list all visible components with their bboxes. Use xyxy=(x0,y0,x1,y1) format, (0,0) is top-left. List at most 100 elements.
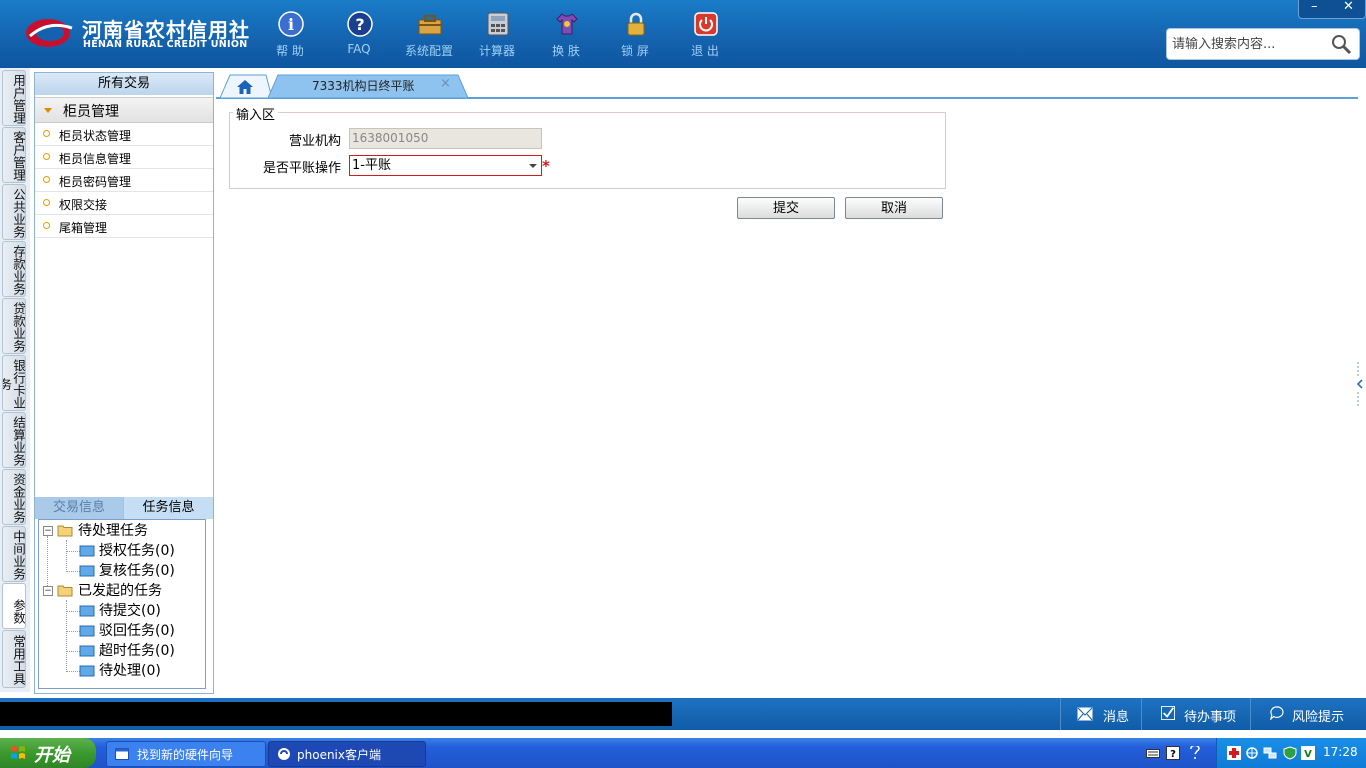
tab-task-info[interactable]: 任务信息 xyxy=(124,497,213,519)
risk-alert-button[interactable]: 风险提示 xyxy=(1250,698,1366,730)
network-icon[interactable] xyxy=(1245,746,1259,760)
menu-item-teller-password[interactable]: 柜员密码管理 xyxy=(35,169,213,192)
tree-node-label: 已发起的任务 xyxy=(78,583,162,599)
change-skin-button[interactable]: 换 肤 xyxy=(534,8,598,62)
vtab-user-management[interactable]: 用户管理 xyxy=(2,70,26,126)
org-field: 1638001050 xyxy=(349,128,542,149)
help-button[interactable]: i 帮 助 xyxy=(258,8,322,62)
menu-item-label: 柜员密码管理 xyxy=(59,175,132,189)
faq-button[interactable]: ? FAQ xyxy=(327,8,391,62)
tree-leaf-label: 待处理(0) xyxy=(99,663,161,679)
help-tray-icon[interactable]: ? xyxy=(1166,746,1180,760)
shirt-icon xyxy=(556,13,578,35)
minimize-button[interactable]: – xyxy=(1311,0,1318,14)
expand-arrow-icon xyxy=(44,108,52,113)
panel-title: 所有交易 xyxy=(35,73,213,95)
calculator-button[interactable]: 计算器 xyxy=(465,8,529,62)
bullet-icon xyxy=(43,199,50,206)
help-label: 帮 助 xyxy=(276,44,304,58)
vtab-loan-business[interactable]: 贷款业务 xyxy=(2,298,26,354)
vtab-public-business[interactable]: 公共业务 xyxy=(2,184,26,240)
app-header: 河南省农村信用社 HENAN RURAL CREDIT UNION i 帮 助 … xyxy=(0,0,1366,68)
category-header[interactable]: 柜员管理 xyxy=(35,97,213,123)
open-folder-icon xyxy=(57,525,73,537)
antivirus-icon[interactable]: V xyxy=(1301,746,1315,760)
red-cross-icon[interactable] xyxy=(1227,746,1241,760)
computers-icon[interactable] xyxy=(1263,746,1277,760)
tree-leaf-label: 超时任务(0) xyxy=(99,643,175,659)
close-button[interactable]: ✕ xyxy=(1343,0,1354,14)
language-bar-icon[interactable] xyxy=(1188,746,1202,762)
tree-leaf-label: 授权任务(0) xyxy=(99,543,175,559)
faq-label: FAQ xyxy=(347,42,371,56)
vtab-intermediary-business[interactable]: 中间业务 xyxy=(2,526,26,582)
todo-button[interactable]: 待办事项 xyxy=(1141,698,1250,730)
menu-item-label: 柜员信息管理 xyxy=(59,152,132,166)
task-tree: − 待处理任务 授权任务(0) 复核任务(0) − 已发起的任务 待提交(0) … xyxy=(38,519,206,689)
calculator-icon xyxy=(487,12,509,36)
bullet-icon xyxy=(43,130,50,137)
vtab-settlement-business[interactable]: 结算业务 xyxy=(2,412,26,468)
menu-item-permission-handover[interactable]: 权限交接 xyxy=(35,192,213,215)
tab-title: 7333机构日终平账 xyxy=(312,79,415,93)
start-button[interactable]: 开始 xyxy=(0,738,96,768)
menu-item-cash-box[interactable]: 尾箱管理 xyxy=(35,215,213,238)
org-label: 营业机构 xyxy=(288,134,341,149)
window-controls: – ✕ xyxy=(1298,0,1366,19)
calculator-label: 计算器 xyxy=(478,44,515,58)
chevron-down-icon[interactable] xyxy=(529,164,537,168)
module-tab-strip: 用户管理 客户管理 公共业务 存款业务 贷款业务 银行卡业务 结算业务 资金业务… xyxy=(0,68,30,692)
open-folder-icon xyxy=(57,585,73,597)
svg-text:?: ? xyxy=(1170,749,1176,760)
vtab-treasury-business[interactable]: 资金业务 xyxy=(2,469,26,525)
start-label: 开始 xyxy=(34,745,70,766)
lock-screen-button[interactable]: 锁 屏 xyxy=(603,8,667,62)
menu-item-teller-info[interactable]: 柜员信息管理 xyxy=(35,146,213,169)
taskbar-item-phoenix-client[interactable]: phoenix客户端 xyxy=(268,741,426,767)
bullet-icon xyxy=(43,176,50,183)
tab-close-icon[interactable]: × xyxy=(440,76,451,91)
search-box xyxy=(1166,28,1360,60)
folder-icon xyxy=(79,665,95,677)
search-input[interactable] xyxy=(1170,32,1324,56)
faq-icon: ? xyxy=(347,11,373,37)
taskbar-item-hardware-wizard[interactable]: 找到新的硬件向导 xyxy=(106,741,266,767)
vtab-parameters[interactable]: 参数 xyxy=(2,583,26,629)
tab-home[interactable] xyxy=(219,74,273,99)
messages-button[interactable]: 消息 xyxy=(1060,698,1141,730)
risk-alert-label: 风险提示 xyxy=(1292,710,1345,725)
collapse-panel-icon[interactable] xyxy=(1356,362,1364,406)
vtab-deposit-business[interactable]: 存款业务 xyxy=(2,241,26,297)
tab-transaction-info[interactable]: 交易信息 xyxy=(35,497,123,519)
transaction-panel: 所有交易 柜员管理 柜员状态管理 柜员信息管理 柜员密码管理 权限交接 尾箱管理… xyxy=(34,72,214,694)
clock: 17:28 xyxy=(1323,745,1358,759)
input-area-legend: 输入区 xyxy=(233,104,279,123)
input-area xyxy=(229,112,946,189)
system-config-button[interactable]: 系统配置 xyxy=(397,8,461,62)
windows-flag-icon xyxy=(11,746,25,759)
lock-icon xyxy=(627,12,645,36)
vtab-bank-card-business[interactable]: 银行卡业务 xyxy=(2,355,26,411)
cancel-button[interactable]: 取消 xyxy=(845,197,943,219)
submit-button[interactable]: 提交 xyxy=(737,197,835,219)
app-icon xyxy=(278,748,290,760)
keyboard-icon[interactable] xyxy=(1146,746,1160,760)
exit-button[interactable]: 退 出 xyxy=(673,8,737,62)
balance-op-label: 是否平账操作 xyxy=(262,161,341,176)
exit-label: 退 出 xyxy=(691,44,719,58)
folder-icon xyxy=(79,645,95,657)
collapse-icon[interactable]: − xyxy=(43,586,53,596)
collapse-icon[interactable]: − xyxy=(43,526,53,536)
menu-item-teller-status[interactable]: 柜员状态管理 xyxy=(35,123,213,146)
system-tray: V 17:28 xyxy=(1216,738,1366,768)
search-icon[interactable] xyxy=(1330,33,1352,55)
shield-icon[interactable] xyxy=(1283,746,1297,760)
balance-op-select[interactable]: 1-平账 xyxy=(349,155,542,176)
brand-logo: 河南省农村信用社 HENAN RURAL CREDIT UNION xyxy=(24,12,249,56)
status-message-area xyxy=(0,702,672,726)
tree-node-label: 待处理任务 xyxy=(78,523,148,539)
vtab-common-tools[interactable]: 常用工具 xyxy=(2,630,26,688)
vtab-customer-management[interactable]: 客户管理 xyxy=(2,127,26,183)
tab-7333-daily-balance[interactable]: 7333机构日终平账 × xyxy=(268,74,468,98)
window-icon xyxy=(115,748,129,760)
